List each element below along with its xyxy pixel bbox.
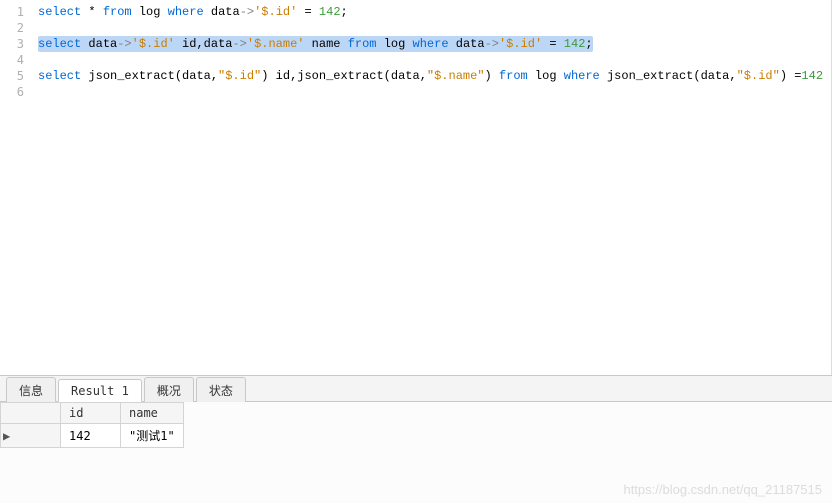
line-number: 6	[0, 84, 24, 100]
line-number-gutter: 123456	[0, 0, 32, 375]
code-area[interactable]: select * from log where data->'$.id' = 1…	[32, 0, 831, 375]
sql-editor[interactable]: 123456 select * from log where data->'$.…	[0, 0, 832, 375]
results-panel: 信息Result 1概况状态 idname ▶142"测试1" https://…	[0, 375, 832, 503]
line-number: 1	[0, 4, 24, 20]
tab-result-1[interactable]: Result 1	[58, 379, 142, 402]
row-marker-icon: ▶	[1, 424, 61, 448]
code-line[interactable]	[38, 84, 831, 100]
code-line[interactable]: select * from log where data->'$.id' = 1…	[38, 4, 831, 20]
grid-corner	[1, 403, 61, 424]
watermark-text: https://blog.csdn.net/qq_21187515	[623, 482, 822, 497]
tab-概况[interactable]: 概况	[144, 377, 194, 402]
table-row[interactable]: ▶142"测试1"	[1, 424, 184, 448]
grid-header-row: idname	[1, 403, 184, 424]
line-number: 2	[0, 20, 24, 36]
code-line[interactable]: select data->'$.id' id,data->'$.name' na…	[38, 36, 831, 52]
cell[interactable]: 142	[61, 424, 121, 448]
code-line[interactable]	[38, 20, 831, 36]
result-tabs: 信息Result 1概况状态	[0, 376, 832, 402]
tab-状态[interactable]: 状态	[196, 377, 246, 402]
tab-信息[interactable]: 信息	[6, 377, 56, 402]
column-header[interactable]: id	[61, 403, 121, 424]
column-header[interactable]: name	[121, 403, 184, 424]
line-number: 4	[0, 52, 24, 68]
result-grid[interactable]: idname ▶142"测试1"	[0, 402, 184, 448]
code-line[interactable]	[38, 52, 831, 68]
selection-highlight: select data->'$.id' id,data->'$.name' na…	[38, 36, 593, 52]
cell[interactable]: "测试1"	[121, 424, 184, 448]
line-number: 3	[0, 36, 24, 52]
code-line[interactable]: select json_extract(data,"$.id") id,json…	[38, 68, 831, 84]
line-number: 5	[0, 68, 24, 84]
